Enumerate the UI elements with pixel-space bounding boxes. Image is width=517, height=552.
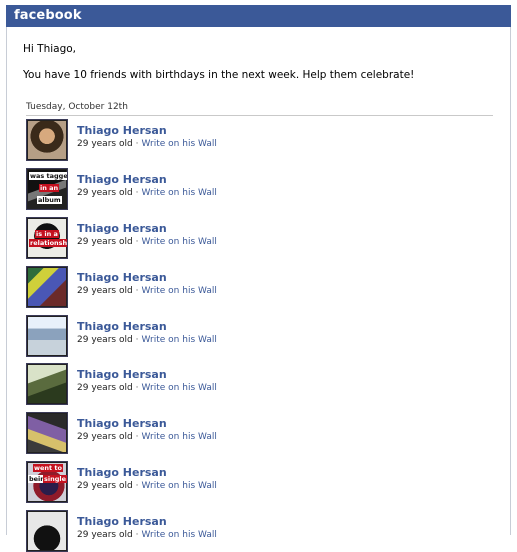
friend-meta: 29 years old · Write on his Wall — [77, 139, 217, 149]
date-header: Tuesday, October 12th — [26, 102, 493, 116]
friend-meta: 29 years old · Write on his Wall — [77, 335, 217, 345]
greeting-text: Hi Thiago, — [23, 43, 76, 55]
friend-name-link[interactable]: Thiago Hersan — [77, 515, 167, 528]
list-item: Thiago Hersan 29 years old · Write on his … — [26, 510, 496, 552]
friend-name-link[interactable]: Thiago Hersan — [77, 417, 167, 430]
list-item: is in a relationship Thiago Hersan 29 ye… — [26, 217, 496, 259]
header-bar: facebook — [6, 5, 511, 27]
write-on-wall-link[interactable]: Write on his Wall — [142, 188, 217, 198]
write-on-wall-link[interactable]: Write on his Wall — [142, 481, 217, 491]
friend-name-link[interactable]: Thiago Hersan — [77, 368, 167, 381]
thumbnail-caption: album — [37, 196, 62, 204]
friend-name-link[interactable]: Thiago Hersan — [77, 466, 167, 479]
write-on-wall-link[interactable]: Write on his Wall — [142, 335, 217, 345]
profile-thumbnail[interactable] — [26, 363, 68, 405]
friend-meta: 29 years old · Write on his Wall — [77, 383, 217, 393]
intro-text: You have 10 friends with birthdays in th… — [23, 69, 415, 81]
list-item: Thiago Hersan 29 years old · Write on his … — [26, 119, 496, 161]
separator-dot: · — [135, 139, 139, 149]
list-item: went to being single Thiago Hersan 29 ye… — [26, 461, 496, 503]
friend-name-link[interactable]: Thiago Hersan — [77, 173, 167, 186]
list-item: Thiago Hersan 29 years old · Write on his … — [26, 315, 496, 357]
separator-dot: · — [135, 335, 139, 345]
write-on-wall-link[interactable]: Write on his Wall — [142, 530, 217, 540]
profile-thumbnail[interactable] — [26, 119, 68, 161]
separator-dot: · — [135, 530, 139, 540]
friend-meta: 29 years old · Write on his Wall — [77, 237, 217, 247]
separator-dot: · — [135, 188, 139, 198]
friend-meta: 29 years old · Write on his Wall — [77, 432, 217, 442]
friend-name-link[interactable]: Thiago Hersan — [77, 271, 167, 284]
friend-meta: 29 years old · Write on his Wall — [77, 530, 217, 540]
profile-thumbnail[interactable] — [26, 412, 68, 454]
profile-thumbnail[interactable] — [26, 266, 68, 308]
friend-age: 29 years old — [77, 335, 133, 345]
friend-age: 29 years old — [77, 383, 133, 393]
separator-dot: · — [135, 481, 139, 491]
friend-meta: 29 years old · Write on his Wall — [77, 286, 217, 296]
list-item: Thiago Hersan 29 years old · Write on his … — [26, 363, 496, 405]
profile-thumbnail[interactable]: went to being single — [26, 461, 68, 503]
write-on-wall-link[interactable]: Write on his Wall — [142, 286, 217, 296]
date-label: Tuesday, October 12th — [26, 102, 128, 112]
friend-age: 29 years old — [77, 432, 133, 442]
thumbnail-caption: was tagged — [29, 172, 67, 180]
thumbnail-caption: is in a — [35, 230, 59, 238]
write-on-wall-link[interactable]: Write on his Wall — [142, 383, 217, 393]
friend-age: 29 years old — [77, 530, 133, 540]
friend-age: 29 years old — [77, 139, 133, 149]
list-item: Thiago Hersan 29 years old · Write on his … — [26, 266, 496, 308]
profile-thumbnail[interactable] — [26, 510, 68, 552]
list-item: was tagged in an album Thiago Hersan 29 … — [26, 168, 496, 210]
friend-meta: 29 years old · Write on his Wall — [77, 481, 217, 491]
thumbnail-caption: single — [43, 475, 67, 483]
friend-age: 29 years old — [77, 286, 133, 296]
profile-thumbnail[interactable]: is in a relationship — [26, 217, 68, 259]
facebook-logo: facebook — [14, 8, 82, 23]
thumbnail-caption: went to — [33, 464, 63, 472]
friend-age: 29 years old — [77, 481, 133, 491]
write-on-wall-link[interactable]: Write on his Wall — [142, 432, 217, 442]
thumbnail-caption: relationship — [29, 239, 67, 247]
separator-dot: · — [135, 432, 139, 442]
separator-dot: · — [135, 237, 139, 247]
friend-name-link[interactable]: Thiago Hersan — [77, 124, 167, 137]
separator-dot: · — [135, 286, 139, 296]
profile-thumbnail[interactable] — [26, 315, 68, 357]
friend-name-link[interactable]: Thiago Hersan — [77, 320, 167, 333]
friend-name-link[interactable]: Thiago Hersan — [77, 222, 167, 235]
separator-dot: · — [135, 383, 139, 393]
list-item: Thiago Hersan 29 years old · Write on his … — [26, 412, 496, 454]
thumbnail-caption: in an — [39, 184, 60, 192]
write-on-wall-link[interactable]: Write on his Wall — [142, 237, 217, 247]
friend-meta: 29 years old · Write on his Wall — [77, 188, 217, 198]
profile-thumbnail[interactable]: was tagged in an album — [26, 168, 68, 210]
friend-age: 29 years old — [77, 188, 133, 198]
friend-age: 29 years old — [77, 237, 133, 247]
write-on-wall-link[interactable]: Write on his Wall — [142, 139, 217, 149]
